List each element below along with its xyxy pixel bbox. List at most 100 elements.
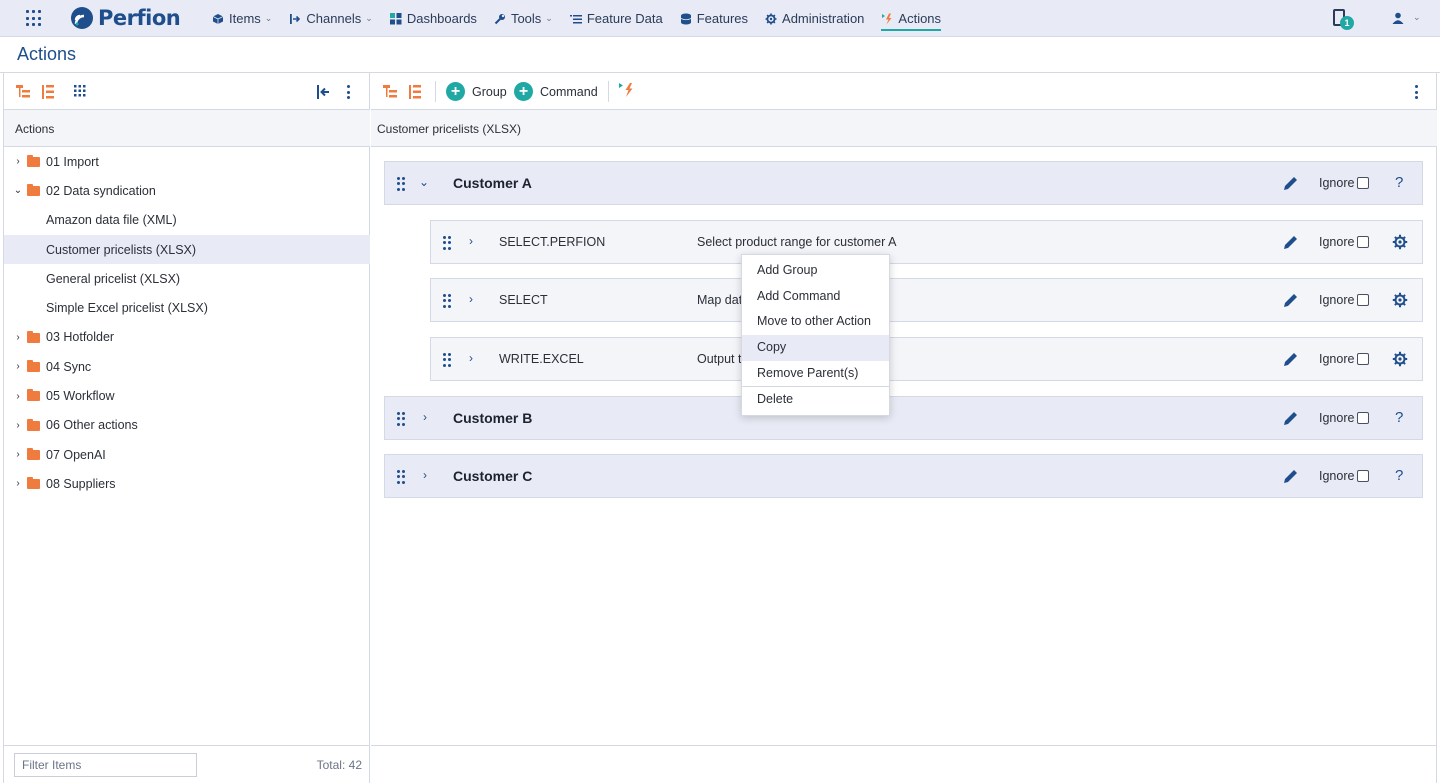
chevron-right-icon[interactable]: › (13, 391, 23, 402)
nav-administration[interactable]: Administration (765, 0, 864, 37)
folder-icon (27, 418, 40, 431)
chevron-right-icon[interactable]: › (13, 332, 23, 343)
columns-icon[interactable] (74, 85, 90, 99)
run-action-icon[interactable] (619, 83, 635, 97)
more-options-icon[interactable] (1415, 85, 1418, 99)
help-icon[interactable]: ? (1395, 409, 1403, 426)
chevron-right-icon[interactable]: › (13, 478, 23, 489)
toolbar-divider (608, 81, 609, 102)
command-row[interactable]: › SELECT.PERFION Select product range fo… (430, 220, 1423, 264)
chevron-right-icon[interactable]: › (13, 420, 23, 431)
nav-items-label: Items (229, 11, 261, 26)
menu-item-add-group[interactable]: Add Group (742, 258, 889, 284)
chevron-down-icon[interactable]: ⌄ (1413, 12, 1421, 23)
chevron-right-icon[interactable]: › (13, 156, 23, 167)
more-options-icon[interactable] (347, 85, 350, 99)
chevron-right-icon[interactable]: › (469, 234, 473, 248)
gear-icon[interactable] (1392, 234, 1408, 250)
checkbox[interactable] (1357, 294, 1370, 306)
collapse-tree-icon[interactable] (42, 85, 58, 99)
collapse-panel-icon[interactable] (317, 85, 333, 99)
drag-handle-icon[interactable] (443, 353, 451, 367)
edit-pencil-icon[interactable] (1282, 292, 1299, 309)
drag-handle-icon[interactable] (443, 294, 451, 308)
group-row[interactable]: › Customer B Ignore ? (384, 396, 1423, 440)
ignore-checkbox[interactable]: Ignore (1319, 235, 1370, 249)
command-row[interactable]: › SELECT Map dat Ignore (430, 278, 1423, 322)
tree-folder[interactable]: › 04 Sync (4, 352, 370, 381)
main-menu: Items ⌄ Channels ⌄ Dashboards Tools ⌄ Fe… (212, 0, 958, 37)
edit-pencil-icon[interactable] (1282, 234, 1299, 251)
nav-items[interactable]: Items ⌄ (212, 0, 272, 37)
chevron-down-icon[interactable]: ⌄ (419, 175, 429, 189)
drag-handle-icon[interactable] (397, 177, 405, 191)
collapse-all-icon[interactable] (409, 85, 425, 99)
group-row[interactable]: › Customer C Ignore ? (384, 454, 1423, 498)
edit-pencil-icon[interactable] (1282, 351, 1299, 368)
tree-folder[interactable]: › 07 OpenAI (4, 440, 370, 469)
edit-pencil-icon[interactable] (1282, 175, 1299, 192)
chevron-right-icon[interactable]: › (13, 361, 23, 372)
nav-feature-data[interactable]: Feature Data (569, 0, 663, 37)
expand-tree-icon[interactable] (16, 85, 32, 99)
menu-item-copy[interactable]: Copy (742, 335, 889, 361)
edit-pencil-icon[interactable] (1282, 468, 1299, 485)
checkbox[interactable] (1357, 412, 1370, 424)
user-icon[interactable] (1392, 12, 1404, 24)
menu-item-add-command[interactable]: Add Command (742, 284, 889, 310)
nav-dashboards[interactable]: Dashboards (389, 0, 477, 37)
drag-handle-icon[interactable] (443, 236, 451, 250)
help-icon[interactable]: ? (1395, 174, 1403, 191)
help-icon[interactable]: ? (1395, 467, 1403, 484)
nav-channels[interactable]: Channels ⌄ (289, 0, 373, 37)
expand-all-icon[interactable] (383, 85, 399, 99)
ignore-checkbox[interactable]: Ignore (1319, 293, 1370, 307)
nav-tools[interactable]: Tools ⌄ (494, 0, 553, 37)
chevron-right-icon[interactable]: › (423, 410, 427, 424)
tree-folder[interactable]: ⌄ 02 Data syndication (4, 176, 370, 205)
perfion-logo[interactable]: Perfion (70, 6, 181, 30)
checkbox[interactable] (1357, 353, 1370, 365)
chevron-right-icon[interactable]: › (423, 468, 427, 482)
group-name: Customer B (453, 410, 533, 426)
tree-action-item[interactable]: Simple Excel pricelist (XLSX) (4, 293, 370, 322)
tree-item-label: General pricelist (XLSX) (46, 271, 181, 286)
menu-item-delete[interactable]: Delete (742, 387, 889, 413)
ignore-checkbox[interactable]: Ignore (1319, 469, 1370, 483)
folder-icon (27, 477, 40, 490)
chevron-right-icon[interactable]: › (469, 351, 473, 365)
ignore-checkbox[interactable]: Ignore (1319, 411, 1370, 425)
nav-actions[interactable]: Actions (881, 0, 941, 37)
drag-handle-icon[interactable] (397, 470, 405, 484)
filter-items-input[interactable] (14, 753, 197, 777)
command-row[interactable]: › WRITE.EXCEL Output t Ignore (430, 337, 1423, 381)
edit-pencil-icon[interactable] (1282, 410, 1299, 427)
add-command-button[interactable]: + Command (514, 82, 598, 101)
command-description: Output t (697, 352, 742, 366)
ignore-checkbox[interactable]: Ignore (1319, 352, 1370, 366)
tree-folder[interactable]: › 08 Suppliers (4, 469, 370, 498)
tree-action-item[interactable]: Amazon data file (XML) (4, 206, 370, 235)
tree-folder[interactable]: › 03 Hotfolder (4, 323, 370, 352)
group-row[interactable]: ⌄ Customer A Ignore ? (384, 161, 1423, 205)
gear-icon[interactable] (1392, 351, 1408, 367)
tree-folder[interactable]: › 01 Import (4, 147, 370, 176)
checkbox[interactable] (1357, 236, 1370, 248)
gear-icon[interactable] (1392, 292, 1408, 308)
tree-folder[interactable]: › 06 Other actions (4, 411, 370, 440)
drag-handle-icon[interactable] (397, 412, 405, 426)
chevron-right-icon[interactable]: › (13, 449, 23, 460)
add-group-button[interactable]: + Group (446, 82, 507, 101)
chevron-down-icon[interactable]: ⌄ (13, 185, 23, 196)
nav-features[interactable]: Features (680, 0, 748, 37)
menu-item-remove-parents[interactable]: Remove Parent(s) (742, 361, 889, 387)
tree-folder[interactable]: › 05 Workflow (4, 381, 370, 410)
tree-action-item-selected[interactable]: Customer pricelists (XLSX) (4, 234, 370, 265)
app-launcher-icon[interactable] (26, 10, 43, 27)
menu-item-move-to-other-action[interactable]: Move to other Action (742, 309, 889, 335)
checkbox[interactable] (1357, 470, 1370, 482)
chevron-right-icon[interactable]: › (469, 292, 473, 306)
tree-action-item[interactable]: General pricelist (XLSX) (4, 264, 370, 293)
checkbox[interactable] (1357, 177, 1370, 189)
ignore-checkbox[interactable]: Ignore (1319, 176, 1370, 190)
